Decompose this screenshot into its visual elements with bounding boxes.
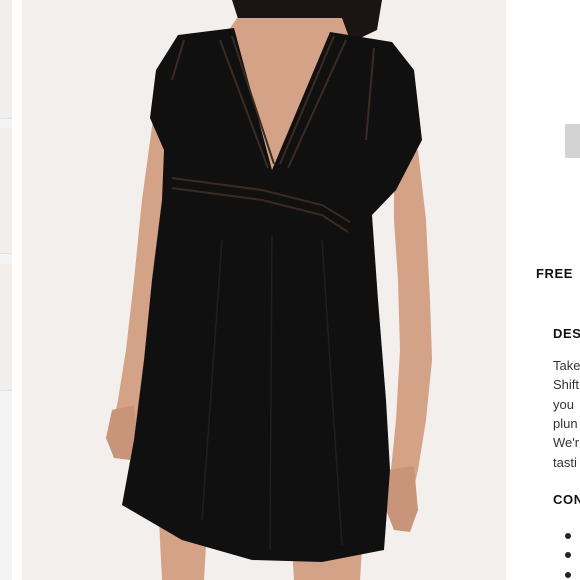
- description-line: plun: [553, 416, 578, 431]
- description-line: Take: [553, 358, 580, 373]
- product-info-panel: FREE DES Take Shift you plun We'r tasti …: [506, 0, 580, 580]
- thumbnail[interactable]: [0, 264, 12, 391]
- free-shipping-banner: FREE: [536, 266, 574, 281]
- description-line: tasti: [553, 455, 577, 470]
- description-line: We'r: [553, 435, 580, 450]
- description-line: you: [553, 397, 574, 412]
- contents-bullet: [565, 572, 571, 578]
- product-photo-illustration: [106, 0, 432, 580]
- product-image[interactable]: [22, 0, 506, 580]
- contents-heading: CON: [553, 492, 580, 507]
- thumbnail[interactable]: [0, 0, 12, 119]
- description-heading: DES: [553, 326, 580, 341]
- thumbnail[interactable]: [0, 128, 12, 254]
- description-line: Shift: [553, 377, 580, 392]
- contents-bullet: [565, 533, 571, 539]
- right-arm: [390, 150, 432, 520]
- thumbnail-strip: [0, 0, 12, 580]
- contents-bullet: [565, 552, 571, 558]
- size-option-button[interactable]: [565, 124, 580, 158]
